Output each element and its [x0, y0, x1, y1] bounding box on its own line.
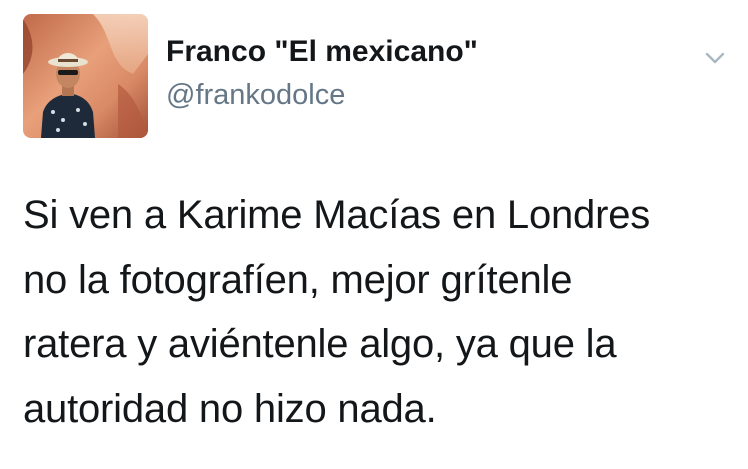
tweet-text-line: Si ven a Karime Macías en Londres — [23, 193, 651, 237]
chevron-down-icon[interactable] — [702, 48, 728, 68]
author-info[interactable]: Franco "El mexicano" @frankodolce — [166, 34, 478, 113]
tweet-text-line: ratera y aviéntenle algo, ya que la — [23, 322, 617, 366]
tweet-text-line: autoridad no hizo nada. — [23, 386, 437, 431]
user-handle[interactable]: @frankodolce — [166, 77, 478, 113]
tweet-text: Si ven a Karime Macías en Londres no la … — [23, 183, 738, 441]
avatar-photo — [23, 14, 148, 138]
tweet-card: Franco "El mexicano" @frankodolce Si ven… — [0, 0, 748, 469]
avatar[interactable] — [23, 14, 148, 138]
tweet-text-line: no la fotografíen, mejor grítenle — [23, 257, 573, 302]
display-name[interactable]: Franco "El mexicano" — [166, 34, 478, 70]
